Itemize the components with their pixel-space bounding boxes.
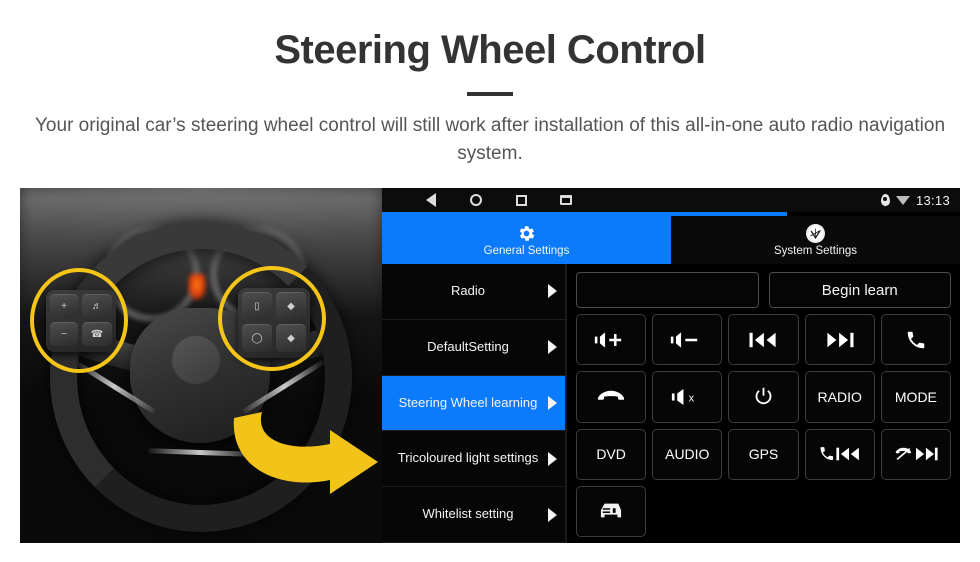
call-button[interactable] <box>880 314 951 366</box>
android-status-bar: 13:13 <box>382 188 960 212</box>
settings-tabs: General Settings System Settings <box>382 216 960 264</box>
screenshot-icon[interactable] <box>559 193 573 207</box>
function-button-grid: x RADIO MODE DVD AUDIO GPS <box>576 314 951 537</box>
title-divider <box>467 92 513 96</box>
hangup-button[interactable] <box>576 371 647 423</box>
next-track-button[interactable] <box>804 314 875 366</box>
car-icon <box>598 500 624 522</box>
grid-empty-slot <box>881 486 951 537</box>
steering-wheel-photo: + − ♬ ☎ ▯ ◯ ◆ ◆ <box>20 188 382 543</box>
highlight-circle-left <box>30 268 128 373</box>
tab-general-settings-label: General Settings <box>483 244 570 257</box>
highlight-circle-right <box>218 266 326 371</box>
menu-item-radio[interactable]: Radio <box>382 264 565 320</box>
chevron-right-icon <box>548 340 557 355</box>
grid-empty-slot <box>652 486 722 537</box>
gps-button[interactable]: GPS <box>728 428 799 480</box>
chevron-right-icon <box>548 395 557 410</box>
back-icon[interactable] <box>424 193 438 207</box>
status-indicators: 13:13 <box>880 188 950 212</box>
head-unit-screen: 13:13 General Settings System Settings R… <box>382 188 960 543</box>
grid-empty-slot <box>805 486 875 537</box>
menu-item-radio-label: Radio <box>451 282 485 298</box>
previous-icon <box>747 331 779 349</box>
dvd-button[interactable]: DVD <box>576 428 647 480</box>
page-root: Steering Wheel Control Your original car… <box>0 0 980 562</box>
volume-down-button[interactable] <box>652 314 723 366</box>
home-icon[interactable] <box>469 193 483 207</box>
page-title: Steering Wheel Control <box>274 28 706 72</box>
page-subtitle: Your original car’s steering wheel contr… <box>35 115 946 164</box>
recents-icon[interactable] <box>514 193 528 207</box>
settings-menu: Radio DefaultSetting Steering Wheel lear… <box>382 264 567 543</box>
settings-body: Radio DefaultSetting Steering Wheel lear… <box>382 264 960 543</box>
vehicle-info-button[interactable] <box>576 485 647 537</box>
call-previous-button[interactable] <box>804 428 875 480</box>
radio-button[interactable]: RADIO <box>804 371 875 423</box>
power-icon <box>753 386 774 407</box>
steering-wheel-learning-panel: Begin learn x RADIO MODE DVD AUDIO GPS <box>567 264 960 543</box>
phone-next-icon <box>894 445 938 463</box>
menu-item-default-setting-label: DefaultSetting <box>427 338 509 354</box>
mode-button[interactable]: MODE <box>880 371 951 423</box>
svg-text:x: x <box>689 392 695 404</box>
phone-icon <box>905 329 927 351</box>
menu-item-steering-wheel-learning[interactable]: Steering Wheel learning <box>382 375 565 432</box>
media-strip: + − ♬ ☎ ▯ ◯ ◆ ◆ 13:13 General Settings S… <box>20 188 960 543</box>
hangup-next-button[interactable] <box>880 428 951 480</box>
speaker-plus-icon <box>594 331 628 349</box>
menu-item-default-setting[interactable]: DefaultSetting <box>382 320 565 376</box>
audio-button[interactable]: AUDIO <box>652 428 723 480</box>
tab-system-settings-label: System Settings <box>773 244 858 257</box>
speaker-mute-icon: x <box>671 388 703 406</box>
location-pin-icon <box>880 194 890 207</box>
chevron-right-icon <box>548 451 557 466</box>
header: Steering Wheel Control Your original car… <box>0 0 980 167</box>
next-icon <box>824 331 856 349</box>
status-clock: 13:13 <box>915 192 950 208</box>
menu-item-tricoloured-light-settings-label: Tricoloured light settings <box>397 450 539 466</box>
volume-up-button[interactable] <box>576 314 647 366</box>
tab-general-settings[interactable]: General Settings <box>382 216 671 264</box>
phone-hangup-icon <box>596 388 626 406</box>
begin-learn-button[interactable]: Begin learn <box>768 272 951 308</box>
menu-item-steering-wheel-learning-label: Steering Wheel learning <box>398 394 538 410</box>
pointer-arrow <box>226 384 382 494</box>
menu-item-whitelist-setting[interactable]: Whitelist setting <box>382 487 565 543</box>
menu-item-tricoloured-light-settings[interactable]: Tricoloured light settings <box>382 431 565 488</box>
power-button[interactable] <box>728 371 799 423</box>
tab-system-settings[interactable]: System Settings <box>671 216 960 264</box>
learn-display-field[interactable] <box>576 272 759 308</box>
previous-track-button[interactable] <box>728 314 799 366</box>
wifi-icon <box>895 195 910 205</box>
panel-top-row: Begin learn <box>576 272 951 308</box>
menu-item-whitelist-setting-label: Whitelist setting <box>422 506 514 522</box>
phone-previous-icon <box>818 445 862 463</box>
speaker-minus-icon <box>670 331 704 349</box>
grid-empty-slot <box>728 486 798 537</box>
navigation-bar <box>382 193 573 207</box>
chevron-right-icon <box>548 284 557 299</box>
gear-icon <box>517 224 536 243</box>
chevron-right-icon <box>548 507 557 522</box>
mute-button[interactable]: x <box>652 371 723 423</box>
vg-logo-icon <box>806 223 825 243</box>
